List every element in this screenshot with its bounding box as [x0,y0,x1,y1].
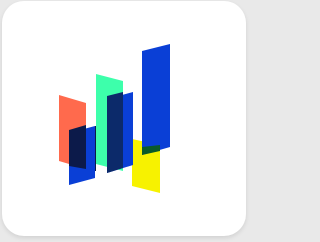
overlap-coral-blue [69,125,86,169]
overlap-mint-blue [107,92,123,173]
overlap-mint-blue-small [95,126,96,171]
blue-bar-tall [142,44,170,155]
bar-chart-icon [59,44,170,193]
chart-app-icon[interactable] [2,1,246,236]
screen [0,0,251,242]
